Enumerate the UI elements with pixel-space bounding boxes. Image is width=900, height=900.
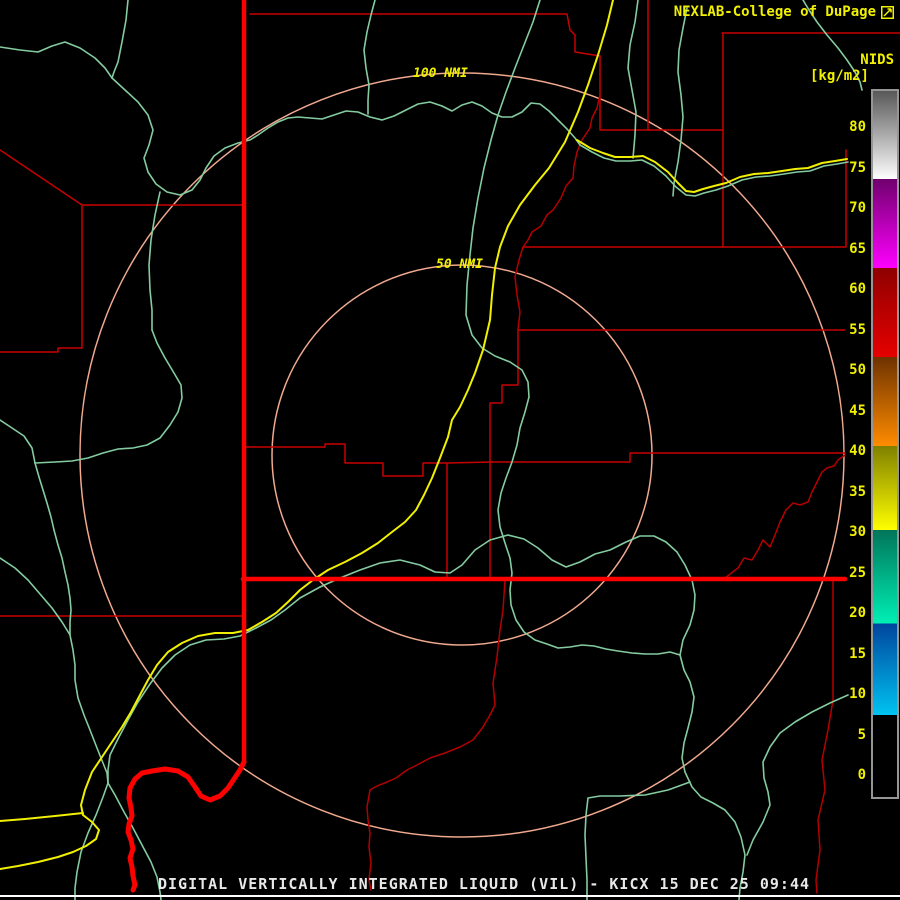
colorbar-tick-25: 25 [849, 565, 866, 581]
colorbar-tick-80: 80 [849, 119, 866, 135]
colorbar-tick-20: 20 [849, 605, 866, 621]
colorbar-tick-50: 50 [849, 362, 866, 378]
brand-link[interactable]: NEXLAB-College of DuPage [674, 4, 876, 20]
river-county-lines [366, 94, 846, 894]
colorbar-tick-30: 30 [849, 524, 866, 540]
state-border-colorado-river [125, 759, 247, 893]
rivers [0, 0, 863, 900]
colorbar-tick-10: 10 [849, 686, 866, 702]
status-bar-text: DIGITAL VERTICALLY INTEGRATED LIQUID (VI… [158, 875, 810, 893]
colorbar-tick-60: 60 [849, 281, 866, 297]
colorbar-tick-35: 35 [849, 484, 866, 500]
colorbar-tick-15: 15 [849, 646, 866, 662]
colorbar-tick-75: 75 [849, 160, 866, 176]
colorbar-tick-55: 55 [849, 322, 866, 338]
radar-map [0, 0, 900, 900]
radar-display: NEXLAB-College of DuPage NIDS [kg/m2] 10… [0, 0, 900, 900]
external-link-icon[interactable] [881, 4, 894, 19]
unit-label: [kg/m2] [809, 68, 869, 84]
county-lines [0, 0, 900, 617]
colorbar-tick-5: 5 [857, 727, 866, 743]
range-ring-50nmi [271, 264, 653, 646]
colorbar-tick-40: 40 [849, 443, 866, 459]
colorbar-tick-70: 70 [849, 200, 866, 216]
colorbar-tick-0: 0 [857, 767, 866, 783]
range-ring-100nmi-label: 100 NMI [413, 66, 468, 81]
product-code-label: NIDS [860, 52, 894, 68]
range-ring-50nmi-label: 50 NMI [436, 257, 483, 272]
colorbar-tick-65: 65 [849, 241, 866, 257]
state-borders [125, 0, 848, 893]
colorbar-tick-45: 45 [849, 403, 866, 419]
bottom-separator-line [0, 895, 900, 897]
colorbar-gradient [871, 89, 899, 799]
